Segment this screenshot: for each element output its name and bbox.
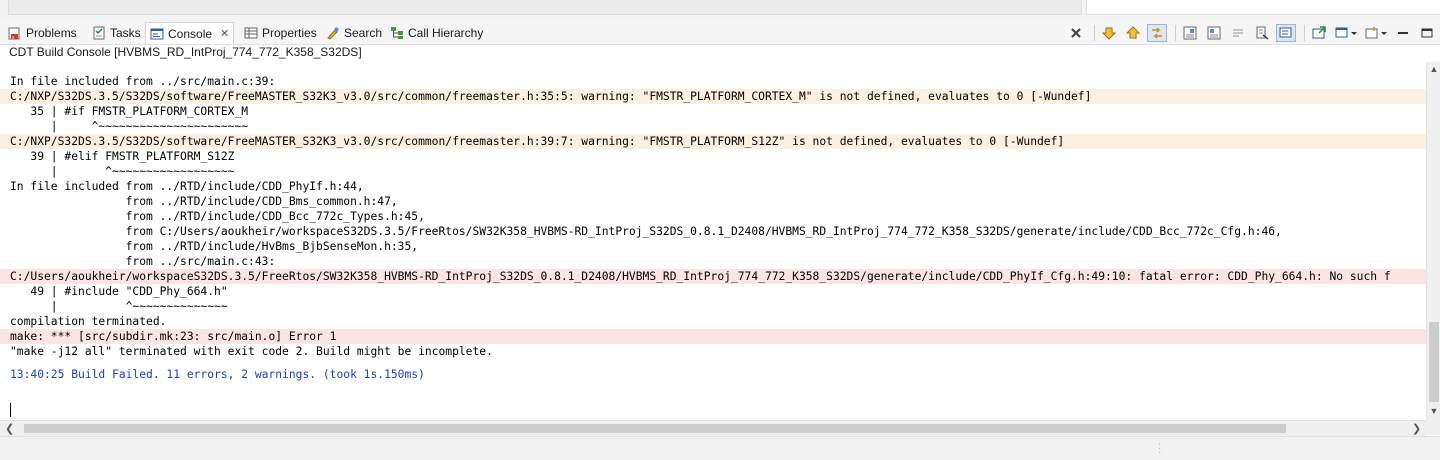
horizontal-scrollbar[interactable]: ❮ ❯ xyxy=(0,420,1426,436)
console-line: from ../RTD/include/CDD_Bms_common.h:47, xyxy=(10,195,398,208)
console-line: | ^~~~~~~~~~~~~~~~~~~~~~~ xyxy=(10,120,249,133)
scroll-corner xyxy=(1426,420,1440,435)
console-line: | ^~~~~~~~~~~~~~~ xyxy=(10,300,228,313)
display-selected-console-icon[interactable] xyxy=(1309,24,1329,42)
show-console-on-output-icon[interactable] xyxy=(1204,24,1224,42)
call-hierarchy-icon xyxy=(390,26,404,40)
tab-search[interactable]: Search xyxy=(326,22,382,43)
vertical-scrollbar[interactable]: ▲ ▼ xyxy=(1426,62,1440,420)
text-caret xyxy=(10,403,11,417)
horizontal-scroll-thumb[interactable] xyxy=(24,424,1286,433)
console-warning-line: C:/NXP/S32DS.3.5/S32DS/software/FreeMAST… xyxy=(10,135,1065,148)
editor-area-strip xyxy=(0,0,1440,20)
console-line: In file included from ../RTD/include/CDD… xyxy=(10,180,364,193)
tab-label: Console xyxy=(168,26,213,41)
tab-label: Problems xyxy=(26,25,77,40)
properties-icon xyxy=(244,26,258,40)
scroll-lock-icon[interactable] xyxy=(1180,24,1200,42)
console-line: | ^~~~~~~~~~~~~~~~~~~ xyxy=(10,165,235,178)
toolbar-separator xyxy=(1304,25,1305,41)
tab-call-hierarchy[interactable]: Call Hierarchy xyxy=(390,22,483,43)
link-with-editor-icon[interactable] xyxy=(1147,24,1167,42)
tab-label: Tasks xyxy=(110,25,141,40)
scroll-down-icon[interactable]: ▼ xyxy=(1429,406,1439,416)
resize-grip-icon: · · · xyxy=(1158,439,1162,458)
console-title: CDT Build Console [HVBMS_RD_IntProj_774_… xyxy=(9,45,362,59)
word-wrap-icon[interactable] xyxy=(1228,24,1248,42)
toolbar-separator xyxy=(1094,25,1095,41)
search-icon xyxy=(326,26,340,40)
status-bar: · · · xyxy=(0,436,1440,460)
clear-console-icon[interactable] xyxy=(1252,24,1272,42)
tab-label: Properties xyxy=(262,25,317,40)
console-line: 39 | #elif FMSTR_PLATFORM_S12Z xyxy=(10,150,235,163)
editor-area-left xyxy=(8,0,1082,15)
console-line: from C:/Users/aoukheir/workspaceS32DS.3.… xyxy=(10,225,1282,238)
terminate-icon[interactable] xyxy=(1066,24,1086,42)
console-line: from ../RTD/include/CDD_Bcc_772c_Types.h… xyxy=(10,210,425,223)
console-output[interactable]: In file included from ../src/main.c:39: C… xyxy=(0,62,1426,420)
vertical-scroll-thumb[interactable] xyxy=(1429,322,1439,402)
tasks-icon xyxy=(92,26,106,40)
tab-problems[interactable]: x Problems xyxy=(8,22,77,43)
console-line: In file included from ../src/main.c:39: xyxy=(10,75,276,88)
console-line: 49 | #include "CDD_Phy_664.h" xyxy=(10,285,228,298)
previous-error-icon[interactable] xyxy=(1123,24,1143,42)
problems-icon: x xyxy=(8,26,22,40)
console-summary-line: 13:40:25 Build Failed. 11 errors, 2 warn… xyxy=(10,368,425,381)
editor-area-right xyxy=(1086,0,1440,15)
tab-label: Call Hierarchy xyxy=(408,25,484,40)
console-line: 35 | #if FMSTR_PLATFORM_CORTEX_M xyxy=(10,105,249,118)
console-error-line: make: *** [src/subdir.mk:23: src/main.o]… xyxy=(10,330,337,343)
tab-console[interactable]: Console ✕ xyxy=(145,22,235,44)
console-line: from ../src/main.c:43: xyxy=(10,255,276,268)
minimize-icon[interactable] xyxy=(1393,24,1413,42)
console-toolbar xyxy=(1066,23,1440,43)
tab-label: Search xyxy=(344,25,383,40)
open-console-icon[interactable] xyxy=(1333,24,1359,42)
console-line: "make -j12 all" terminated with exit cod… xyxy=(10,345,493,358)
scroll-left-icon[interactable]: ❮ xyxy=(5,422,14,435)
new-console-icon[interactable] xyxy=(1363,24,1389,42)
console-warning-line: C:/NXP/S32DS.3.5/S32DS/software/FreeMAST… xyxy=(10,90,1092,103)
tab-properties[interactable]: Properties xyxy=(244,22,317,43)
toolbar-separator xyxy=(1175,25,1176,41)
tab-tasks[interactable]: Tasks xyxy=(92,22,141,43)
console-error-line: C:/Users/aoukheir/workspaceS32DS.3.5/Fre… xyxy=(10,270,1391,283)
pin-console-icon[interactable] xyxy=(1276,24,1296,42)
next-error-icon[interactable] xyxy=(1099,24,1119,42)
console-line: compilation terminated. xyxy=(10,315,167,328)
console-line: from ../RTD/include/HvBms_BjbSenseMon.h:… xyxy=(10,240,419,253)
scroll-right-icon[interactable]: ❯ xyxy=(1412,422,1421,435)
close-tab-icon[interactable]: ✕ xyxy=(220,27,229,40)
console-icon xyxy=(150,27,164,41)
scroll-up-icon[interactable]: ▲ xyxy=(1429,64,1439,74)
maximize-icon[interactable] xyxy=(1417,24,1437,42)
